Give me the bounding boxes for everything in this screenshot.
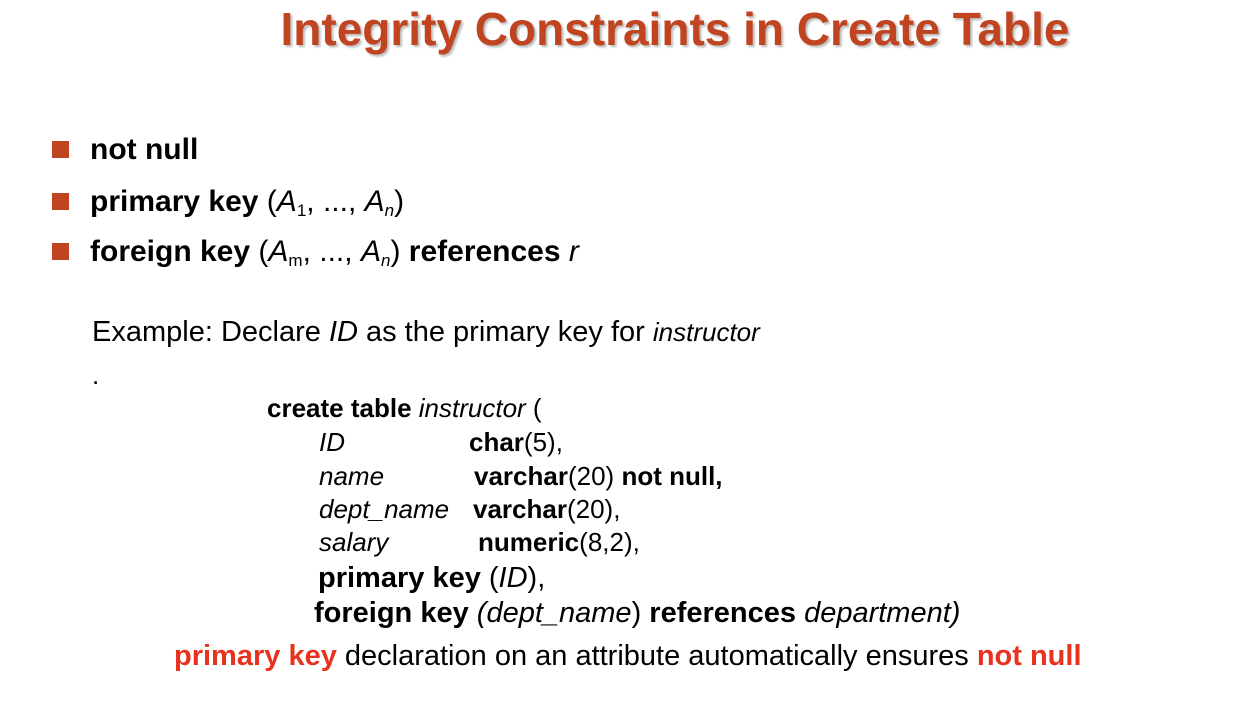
attr-first-sub: 1	[296, 201, 307, 220]
code-table-name: instructor	[418, 393, 526, 423]
attr-separator: , ...,	[302, 235, 361, 268]
bullet-keyword: primary key	[90, 185, 259, 218]
column-type-args: (20),	[566, 494, 621, 524]
example-middle: as the primary key for	[357, 316, 653, 348]
note-keyword: primary key	[174, 640, 337, 672]
column-type-keyword: numeric	[478, 527, 580, 557]
column-type: varchar(20) not null,	[474, 460, 723, 492]
bullet-square-icon	[52, 141, 69, 158]
code-line-create-table: create table instructor (	[267, 392, 542, 424]
attr-last: A	[360, 235, 381, 268]
code-keyword: create table	[267, 393, 412, 423]
code-paren: ),	[527, 562, 546, 594]
code-paren: )	[631, 597, 650, 629]
code-attr: ID	[498, 562, 528, 594]
code-primary-key-line: primary key (ID),	[318, 562, 545, 594]
column-type-args: (5),	[523, 427, 563, 457]
bullet-paren-close: )	[390, 235, 401, 268]
attr-last: A	[364, 185, 385, 218]
attr-separator: , ...,	[306, 185, 365, 218]
bullet-square-icon	[52, 243, 69, 260]
attr-first: A	[268, 235, 289, 268]
column-type: char(5),	[469, 426, 563, 458]
code-keyword: foreign key	[314, 597, 469, 629]
code-keyword-references: references	[649, 597, 796, 629]
attr-last-sub: n	[384, 201, 395, 220]
bullet-square-icon	[52, 193, 69, 210]
code-paren: (	[480, 562, 499, 594]
column-type-keyword: varchar	[473, 494, 567, 524]
bullet-paren-close: )	[394, 185, 405, 218]
bullet-keyword-references: references	[408, 235, 561, 268]
column-type-args: (8,2),	[579, 527, 640, 557]
bullet-text: not null	[90, 133, 199, 166]
example-prefix: Example: Declare	[92, 316, 329, 348]
code-attr: (dept_name	[476, 597, 632, 629]
slide-title: Integrity Constraints in Create Table	[280, 3, 1070, 55]
example-text: Example: Declare ID as the primary key f…	[92, 316, 760, 349]
example-dot: .	[92, 360, 100, 390]
example-attr: ID	[328, 316, 358, 348]
bullet-paren-open: (	[266, 185, 277, 218]
column-name: salary	[319, 527, 389, 557]
code-keyword: primary key	[318, 562, 481, 594]
column-type-keyword: varchar	[474, 461, 568, 491]
bullet-primary-key: primary key (A1, ..., An)	[52, 184, 404, 220]
column-name: ID	[319, 427, 345, 457]
code-paren: (	[525, 393, 542, 423]
bullet-not-null: not null	[52, 132, 198, 168]
column-constraint: not null,	[621, 461, 723, 491]
note-text: declaration on an attribute automaticall…	[336, 640, 977, 672]
column-name: name	[319, 461, 385, 491]
relation-name: r	[568, 235, 579, 268]
note-line: primary key declaration on an attribute …	[174, 640, 1082, 673]
column-type-keyword: char	[469, 427, 524, 457]
attr-first-sub: m	[288, 251, 303, 270]
column-type: varchar(20),	[473, 493, 620, 525]
column-type: numeric(8,2),	[478, 526, 640, 558]
code-foreign-key-line: foreign key (dept_name) references depar…	[314, 597, 960, 629]
note-keyword: not null	[976, 640, 1082, 672]
bullet-keyword: foreign key	[90, 235, 251, 268]
bullet-foreign-key: foreign key (Am, ..., An) references r	[52, 234, 579, 270]
attr-first: A	[276, 185, 297, 218]
code-ref-table: department)	[804, 597, 961, 629]
bullet-paren-open: (	[258, 235, 269, 268]
column-type-args: (20)	[567, 461, 622, 491]
column-name: dept_name	[319, 494, 450, 524]
example-table: instructor	[652, 317, 760, 347]
